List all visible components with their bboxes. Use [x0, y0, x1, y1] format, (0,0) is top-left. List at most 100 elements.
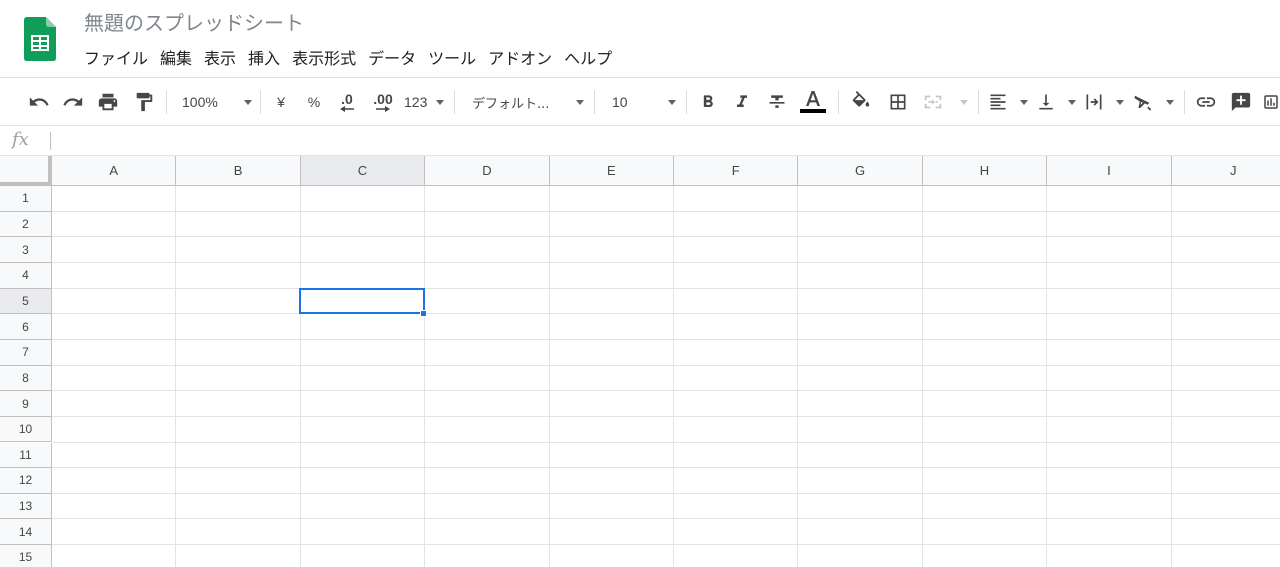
redo-button[interactable] — [60, 89, 86, 115]
column-header-a[interactable]: A — [52, 156, 177, 186]
text-wrap-button[interactable] — [1084, 89, 1124, 115]
more-formats-button[interactable]: 123 — [404, 89, 444, 115]
row-gridline — [52, 364, 1280, 366]
row-gridline — [52, 441, 1280, 443]
row-header-6[interactable]: 6 — [0, 314, 52, 340]
menu-format[interactable]: 表示形式 — [286, 46, 362, 72]
menu-view[interactable]: 表示 — [198, 46, 242, 72]
column-header-b[interactable]: B — [176, 156, 301, 186]
bold-icon — [703, 95, 713, 107]
select-all-corner[interactable] — [0, 156, 52, 186]
paint-format-button[interactable] — [131, 89, 157, 115]
row-header-12[interactable]: 12 — [0, 468, 52, 494]
column-header-f[interactable]: F — [674, 156, 799, 186]
undo-button[interactable] — [26, 89, 52, 115]
row-gridline — [52, 236, 1280, 238]
font-size-select[interactable]: 10 — [612, 89, 676, 115]
row-header-13[interactable]: 13 — [0, 493, 52, 520]
column-header-j[interactable]: J — [1171, 156, 1280, 186]
merge-cells-button[interactable] — [922, 89, 968, 115]
chevron-down-icon — [1166, 99, 1174, 105]
print-button[interactable] — [95, 89, 121, 115]
bold-button[interactable] — [696, 89, 720, 115]
row-gridline — [52, 415, 1280, 417]
arrow-right-icon — [376, 106, 390, 112]
text-color-button[interactable] — [798, 89, 828, 115]
menu-tools[interactable]: ツール — [422, 46, 482, 72]
italic-button[interactable] — [730, 89, 754, 115]
vertical-align-button[interactable] — [1036, 89, 1076, 115]
row-gridline — [52, 313, 1280, 315]
chevron-down-icon — [1068, 99, 1076, 105]
column-header-d[interactable]: D — [425, 156, 550, 186]
row-gridline — [52, 518, 1280, 520]
currency-format-button[interactable]: ¥ — [270, 89, 292, 115]
insert-comment-button[interactable] — [1228, 89, 1254, 115]
app-header: 無題のスプレッドシート ファイル 編集 表示 挿入 表示形式 データ ツール ア… — [0, 0, 1280, 78]
paint-format-icon — [136, 92, 153, 112]
column-header-e[interactable]: E — [549, 156, 674, 186]
column-gridline — [1170, 186, 1172, 567]
strikethrough-icon — [769, 95, 785, 108]
chevron-down-icon — [1020, 99, 1028, 105]
row-header-9[interactable]: 9 — [0, 391, 52, 417]
borders-button[interactable] — [885, 89, 911, 115]
menu-insert[interactable]: 挿入 — [242, 46, 286, 72]
text-rotation-button[interactable] — [1132, 89, 1174, 115]
row-header-8[interactable]: 8 — [0, 365, 52, 392]
redo-icon — [63, 97, 83, 106]
toolbar-divider — [454, 90, 455, 114]
fill-color-icon — [852, 91, 870, 107]
row-gridline — [52, 467, 1280, 469]
percent-format-button[interactable]: % — [303, 89, 325, 115]
row-header-3[interactable]: 3 — [0, 237, 52, 263]
toolbar-divider — [686, 90, 687, 114]
fill-handle[interactable] — [420, 310, 428, 318]
text-color-icon — [806, 91, 820, 106]
increase-decimal-button[interactable]: .00 — [368, 89, 398, 115]
print-icon — [98, 93, 118, 111]
menu-addons[interactable]: アドオン — [482, 46, 558, 72]
horizontal-align-button[interactable] — [988, 89, 1028, 115]
row-header-10[interactable]: 10 — [0, 416, 52, 443]
column-header-g[interactable]: G — [798, 156, 923, 186]
insert-chart-button[interactable] — [1262, 89, 1280, 115]
row-header-1[interactable]: 1 — [0, 186, 52, 212]
row-header-11[interactable]: 11 — [0, 442, 52, 469]
insert-link-button[interactable] — [1193, 89, 1219, 115]
decrease-decimal-button[interactable]: .0 — [334, 89, 360, 115]
column-gridline — [548, 186, 550, 567]
row-header-15[interactable]: 15 — [0, 545, 52, 567]
column-header-h[interactable]: H — [922, 156, 1048, 186]
italic-icon — [737, 95, 747, 107]
column-gridline — [299, 186, 301, 567]
column-header-c[interactable]: C — [300, 156, 426, 186]
fill-color-button[interactable] — [848, 89, 874, 115]
row-header-14[interactable]: 14 — [0, 519, 52, 546]
row-header-7[interactable]: 7 — [0, 339, 52, 366]
spreadsheet-grid: A B C D E F G H I J 1 2 3 4 5 6 7 8 9 10 11 12 13 14 15 — [0, 156, 1280, 567]
chevron-down-icon — [576, 99, 584, 105]
column-gridline — [921, 186, 923, 567]
menu-file[interactable]: ファイル — [78, 46, 154, 72]
font-family-select[interactable]: デフォルト... — [472, 89, 584, 115]
row-header-2[interactable]: 2 — [0, 211, 52, 238]
arrow-left-icon — [340, 106, 354, 112]
selected-cell[interactable] — [298, 287, 426, 315]
text-rotation-icon — [1134, 95, 1152, 111]
toolbar: 100% ¥ % .0 .00 123 デフォルト... 10 — [0, 78, 1280, 126]
cell-area[interactable] — [52, 186, 1280, 567]
menu-data[interactable]: データ — [362, 46, 422, 72]
row-header-5[interactable]: 5 — [0, 288, 52, 315]
formula-input[interactable] — [58, 131, 1268, 151]
sheets-logo-icon[interactable] — [24, 17, 56, 61]
zoom-select[interactable]: 100% — [182, 89, 252, 115]
menu-edit[interactable]: 編集 — [154, 46, 198, 72]
menu-help[interactable]: ヘルプ — [558, 46, 618, 72]
column-gridline — [797, 186, 799, 567]
document-title[interactable]: 無題のスプレッドシート — [84, 9, 304, 37]
strikethrough-button[interactable] — [765, 89, 789, 115]
column-header-i[interactable]: I — [1047, 156, 1172, 186]
vertical-align-bottom-icon — [1039, 94, 1053, 110]
row-header-4[interactable]: 4 — [0, 262, 52, 289]
